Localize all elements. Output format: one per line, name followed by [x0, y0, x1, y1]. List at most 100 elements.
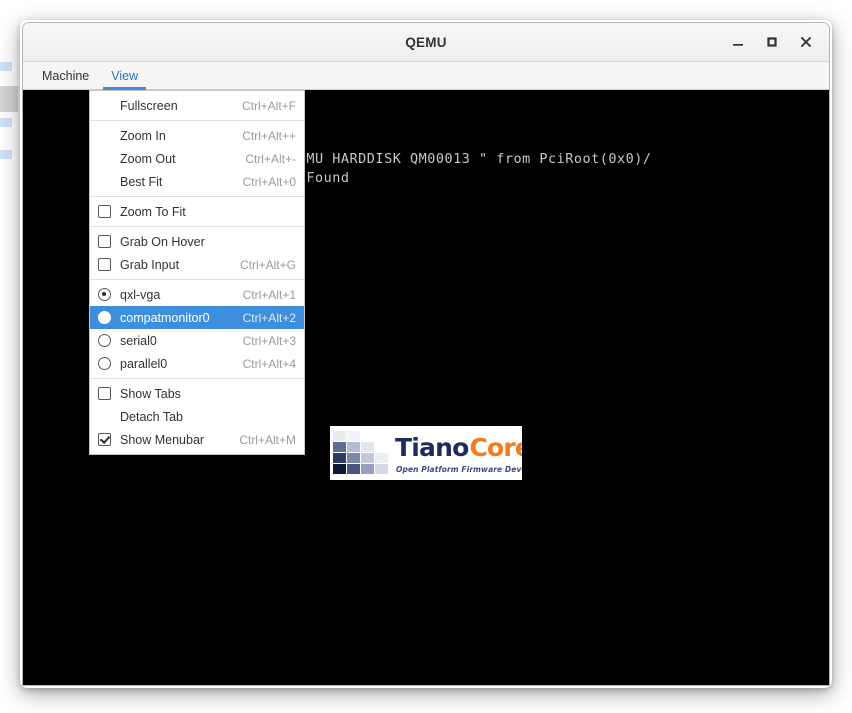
- tianocore-logo-cell: [375, 442, 388, 452]
- menu-item-label: Show Tabs: [120, 386, 181, 401]
- menu-item-radio: [98, 357, 120, 370]
- menubar-item-view-label: View: [111, 68, 139, 83]
- menu-item-checkbox: [98, 387, 120, 400]
- tianocore-logo-cell: [333, 453, 346, 463]
- menu-item-show-menubar[interactable]: Show Menubar Ctrl+Alt+M: [90, 428, 304, 451]
- tianocore-logo-cell: [375, 464, 388, 474]
- checkbox-icon[interactable]: [98, 235, 111, 248]
- menu-item-qxl-vga[interactable]: qxl-vga Ctrl+Alt+1: [90, 283, 304, 306]
- screen-root: QEMU Machine View ot0001 "UEFI QEMU HARD…: [0, 0, 852, 713]
- menu-item-checkbox: [98, 433, 120, 446]
- vm-display-area[interactable]: ot0001 "UEFI QEMU HARDDISK QM00013 " fro…: [23, 90, 829, 685]
- menu-item-accelerator: Ctrl+Alt+F: [241, 98, 296, 113]
- checkbox-icon[interactable]: [98, 205, 111, 218]
- radio-icon[interactable]: [98, 311, 111, 324]
- minimize-button[interactable]: [721, 27, 755, 57]
- menu-item-label: qxl-vga: [120, 287, 161, 302]
- tianocore-logo-cell: [361, 453, 374, 463]
- menu-item-detach-tab[interactable]: Detach Tab: [90, 405, 304, 428]
- tianocore-logo-text: TianoCore Open Platform Firmware Develop…: [395, 431, 522, 475]
- menu-item-label: Grab Input: [120, 257, 180, 272]
- menubar-item-machine[interactable]: Machine: [31, 62, 100, 89]
- window-controls: [721, 23, 823, 61]
- tianocore-logo-cell: [361, 431, 374, 441]
- titlebar[interactable]: QEMU: [23, 23, 829, 62]
- menu-item-zoom-to-fit[interactable]: Zoom To Fit: [90, 200, 304, 223]
- menu-item-label: Fullscreen: [120, 98, 178, 113]
- tianocore-logo-cell: [375, 453, 388, 463]
- menu-item-compatmonitor0[interactable]: compatmonitor0 Ctrl+Alt+2: [90, 306, 304, 329]
- menu-item-zoom-out[interactable]: Zoom Out Ctrl+Alt+-: [90, 147, 304, 170]
- menu-item-checkbox: [98, 205, 120, 218]
- menu-separator: [90, 120, 304, 121]
- tianocore-logo-cell: [347, 453, 360, 463]
- window-title: QEMU: [405, 34, 447, 50]
- close-icon: [801, 37, 811, 47]
- menu-separator: [90, 196, 304, 197]
- menu-separator: [90, 226, 304, 227]
- menu-item-accelerator: Ctrl+Alt+3: [242, 333, 296, 348]
- radio-icon[interactable]: [98, 357, 111, 370]
- menu-item-label: Zoom To Fit: [120, 204, 186, 219]
- menubar-item-machine-label: Machine: [42, 68, 90, 83]
- minimize-icon: [733, 44, 743, 46]
- tianocore-logo-cell: [347, 431, 360, 441]
- menu-item-label: Show Menubar: [120, 432, 205, 447]
- menu-separator: [90, 378, 304, 379]
- menu-item-label: Zoom In: [120, 128, 166, 143]
- menu-item-accelerator: Ctrl+Alt+2: [242, 310, 296, 325]
- tianocore-tagline: Open Platform Firmware Development: [396, 465, 522, 474]
- menu-item-zoom-in[interactable]: Zoom In Ctrl+Alt++: [90, 124, 304, 147]
- menubar: Machine View: [23, 62, 829, 90]
- menu-item-label: compatmonitor0: [120, 310, 210, 325]
- menu-item-grab-on-hover[interactable]: Grab On Hover: [90, 230, 304, 253]
- menu-item-fullscreen[interactable]: Fullscreen Ctrl+Alt+F: [90, 94, 304, 117]
- menu-item-show-tabs[interactable]: Show Tabs: [90, 382, 304, 405]
- menu-item-checkbox: [98, 235, 120, 248]
- view-dropdown-menu[interactable]: Fullscreen Ctrl+Alt+F Zoom In Ctrl+Alt++ Zoo…: [89, 90, 305, 455]
- background-strip-row: [0, 150, 12, 159]
- maximize-icon: [767, 37, 777, 47]
- menu-item-label: Detach Tab: [120, 409, 184, 424]
- background-strip-selected-row: [0, 86, 18, 112]
- radio-icon[interactable]: [98, 334, 111, 347]
- menu-item-radio: [98, 288, 120, 301]
- menu-item-accelerator: Ctrl+Alt+0: [242, 174, 296, 189]
- menu-item-label: Zoom Out: [120, 151, 176, 166]
- checkbox-icon[interactable]: [98, 258, 111, 271]
- tianocore-logo-cell: [347, 442, 360, 452]
- menu-item-grab-input[interactable]: Grab Input Ctrl+Alt+G: [90, 253, 304, 276]
- menu-item-accelerator: Ctrl+Alt+-: [245, 151, 296, 166]
- menu-item-accelerator: Ctrl+Alt++: [242, 128, 296, 143]
- menubar-item-view[interactable]: View: [100, 62, 149, 90]
- maximize-button[interactable]: [755, 27, 789, 57]
- background-strip-row: [0, 118, 12, 127]
- checkbox-icon[interactable]: [98, 387, 111, 400]
- close-button[interactable]: [789, 27, 823, 57]
- tianocore-logo-cell: [361, 464, 374, 474]
- menu-item-parallel0[interactable]: parallel0 Ctrl+Alt+4: [90, 352, 304, 375]
- checkbox-icon[interactable]: [98, 433, 111, 446]
- menu-item-serial0[interactable]: serial0 Ctrl+Alt+3: [90, 329, 304, 352]
- menu-item-accelerator: Ctrl+Alt+M: [239, 432, 296, 447]
- menu-item-radio: [98, 311, 120, 324]
- radio-icon[interactable]: [98, 288, 111, 301]
- menu-item-label: parallel0: [120, 356, 168, 371]
- menu-item-label: Best Fit: [120, 174, 163, 189]
- background-strip-row: [0, 62, 12, 71]
- tianocore-wordmark: TianoCore: [395, 433, 522, 462]
- menu-item-radio: [98, 334, 120, 347]
- menu-item-accelerator: Ctrl+Alt+4: [242, 356, 296, 371]
- tianocore-name-part-2: Core: [469, 433, 522, 462]
- menu-item-checkbox: [98, 258, 120, 271]
- menu-item-accelerator: Ctrl+Alt+1: [242, 287, 296, 302]
- tianocore-logo-grid: [333, 431, 391, 475]
- tianocore-logo-cell: [333, 431, 346, 441]
- tianocore-logo-cell: [333, 442, 346, 452]
- tianocore-name-part-1: Tiano: [395, 433, 469, 462]
- menu-item-label: serial0: [120, 333, 157, 348]
- tianocore-logo-cell: [347, 464, 360, 474]
- qemu-window: QEMU Machine View ot0001 "UEFI QEMU HARD…: [22, 22, 830, 686]
- menu-item-best-fit[interactable]: Best Fit Ctrl+Alt+0: [90, 170, 304, 193]
- tianocore-logo-cell: [333, 464, 346, 474]
